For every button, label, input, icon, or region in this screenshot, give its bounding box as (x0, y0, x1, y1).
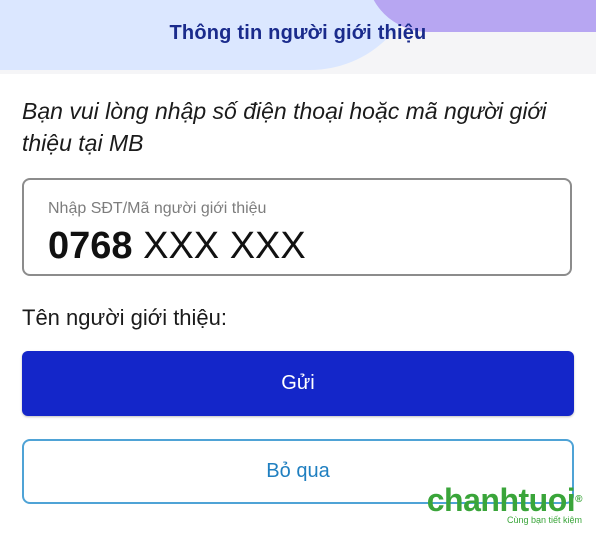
referral-code-input-value[interactable]: 0768 XXX XXX (48, 226, 306, 266)
header: Thông tin người giới thiệu (0, 0, 596, 74)
page-title: Thông tin người giới thiệu (169, 22, 427, 44)
referral-code-input[interactable]: Nhập SĐT/Mã người giới thiệu 0768 XXX XX… (22, 178, 572, 276)
referrer-name-label: Tên người giới thiệu: (22, 305, 228, 330)
watermark-logo-text: chanhtuoi® (426, 482, 583, 518)
phone-prefix: 0768 (48, 225, 133, 267)
watermark-logo: chanhtuoi® Cùng bạn tiết kiệm (426, 482, 583, 525)
send-button[interactable]: Gửi (22, 351, 574, 416)
phone-masked-digits: XXX XXX (132, 225, 306, 267)
instruction-text: Bạn vui lòng nhập số điện thoại hoặc mã … (22, 98, 547, 156)
referral-code-input-label: Nhập SĐT/Mã người giới thiệu (48, 200, 267, 217)
